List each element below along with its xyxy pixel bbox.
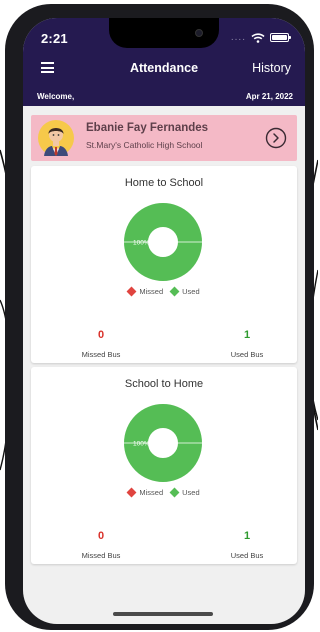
wifi-icon	[251, 32, 265, 43]
missed-legend-marker	[126, 286, 137, 297]
missed-legend-label: Missed	[139, 287, 164, 296]
camera-notch	[109, 18, 219, 48]
donut-chart: 100%	[124, 404, 202, 482]
chart-legend: Missed Used	[31, 487, 297, 498]
chart-legend: Missed Used	[31, 286, 297, 297]
missed-bus-stat: 0 Missed Bus	[61, 530, 141, 560]
history-button[interactable]: History	[252, 61, 291, 75]
student-avatar-icon	[38, 120, 74, 156]
missed-legend-marker	[126, 487, 137, 498]
used-legend-marker	[169, 487, 180, 498]
donut-percent-label: 100%	[133, 240, 150, 247]
camera-icon	[195, 29, 203, 37]
missed-bus-count: 0	[97, 329, 105, 341]
home-indicator[interactable]	[113, 612, 213, 616]
missed-legend-label: Missed	[139, 488, 164, 497]
missed-bus-label: Missed Bus	[81, 350, 121, 359]
used-bus-count: 1	[243, 329, 251, 341]
phone-frame: 2:21 .... Attendance History Welcome, Ap…	[5, 4, 314, 630]
student-card[interactable]: Ebanie Fay Fernandes St.Mary's Catholic …	[31, 115, 297, 161]
battery-icon	[270, 33, 291, 42]
status-icons: ....	[230, 32, 291, 43]
used-bus-label: Used Bus	[230, 551, 264, 560]
welcome-label: Welcome,	[37, 92, 75, 101]
used-legend-label: Used	[182, 488, 200, 497]
current-date: Apr 21, 2022	[245, 92, 293, 101]
used-legend-label: Used	[182, 287, 200, 296]
donut-chart: 100%	[124, 203, 202, 281]
card-title: Home to School	[124, 177, 204, 189]
used-legend-marker	[169, 286, 180, 297]
signal-dots: ....	[230, 32, 246, 43]
donut-percent-label: 100%	[133, 441, 150, 448]
used-bus-stat: 1 Used Bus	[207, 530, 287, 560]
school-name: St.Mary's Catholic High School	[86, 140, 203, 150]
chevron-right-circle-icon[interactable]	[265, 127, 287, 149]
student-name: Ebanie Fay Fernandes	[86, 122, 209, 134]
used-bus-label: Used Bus	[230, 350, 264, 359]
used-bus-stat: 1 Used Bus	[207, 329, 287, 359]
app-screen: 2:21 .... Attendance History Welcome, Ap…	[23, 18, 305, 624]
missed-bus-count: 0	[97, 530, 105, 542]
card-title: School to Home	[124, 378, 204, 390]
home-to-school-card: Home to School 100% Missed Used 0 Missed…	[31, 166, 297, 363]
missed-bus-label: Missed Bus	[81, 551, 121, 560]
status-time: 2:21	[41, 31, 68, 46]
app-header: 2:21 .... Attendance History Welcome, Ap…	[23, 18, 305, 106]
missed-bus-stat: 0 Missed Bus	[61, 329, 141, 359]
used-bus-count: 1	[243, 530, 251, 542]
school-to-home-card: School to Home 100% Missed Used 0 Missed…	[31, 367, 297, 564]
